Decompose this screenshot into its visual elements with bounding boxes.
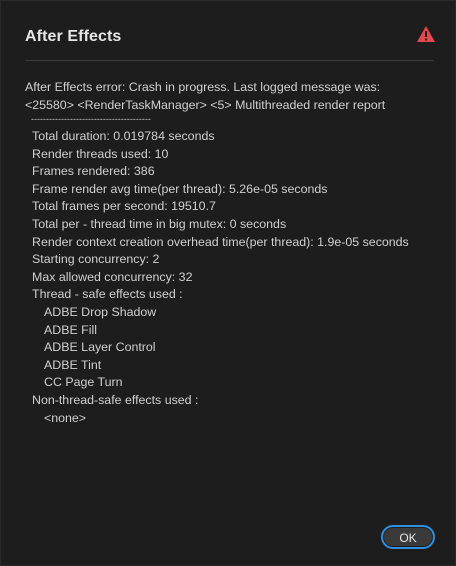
report-effect-item: <none> <box>44 410 87 425</box>
report-line: Thread - safe effects used : <box>32 287 183 302</box>
ok-button[interactable]: OK <box>381 525 435 549</box>
report-line: Render context creation overhead time(pe… <box>32 234 409 249</box>
error-message: After Effects error: Crash in progress. … <box>25 78 445 114</box>
warning-icon <box>417 26 435 42</box>
report-effect-item: ADBE Tint <box>44 357 102 372</box>
report-line: Total per - thread time in big mutex: 0 … <box>32 216 287 231</box>
error-message-line: <25580> <RenderTaskManager> <5> Multithr… <box>25 98 386 112</box>
report-effect-item: ADBE Fill <box>44 322 98 337</box>
report-line: Frame render avg time(per thread): 5.26e… <box>32 181 328 196</box>
report-line: Starting concurrency: 2 <box>32 252 160 267</box>
error-dialog: After Effects After Effects error: Crash… <box>0 0 456 566</box>
error-message-line: After Effects error: Crash in progress. … <box>25 80 381 94</box>
report-line: Max allowed concurrency: 32 <box>32 269 193 284</box>
render-report: Total duration: 0.019784 seconds Render t… <box>32 128 409 427</box>
report-line: Frames rendered: 386 <box>32 164 155 179</box>
report-line: Render threads used: 10 <box>32 146 169 161</box>
report-line: Total frames per second: 19510.7 <box>32 199 216 214</box>
report-effect-item: ADBE Drop Shadow <box>44 304 157 319</box>
report-separator: ---------------------------------------- <box>31 114 151 124</box>
report-effect-item: ADBE Layer Control <box>44 340 156 355</box>
report-line: Total duration: 0.019784 seconds <box>32 129 215 143</box>
report-line: Non-thread-safe effects used : <box>32 392 199 407</box>
dialog-title: After Effects <box>25 28 122 45</box>
title-divider <box>25 60 434 61</box>
report-effect-item: CC Page Turn <box>44 375 123 390</box>
